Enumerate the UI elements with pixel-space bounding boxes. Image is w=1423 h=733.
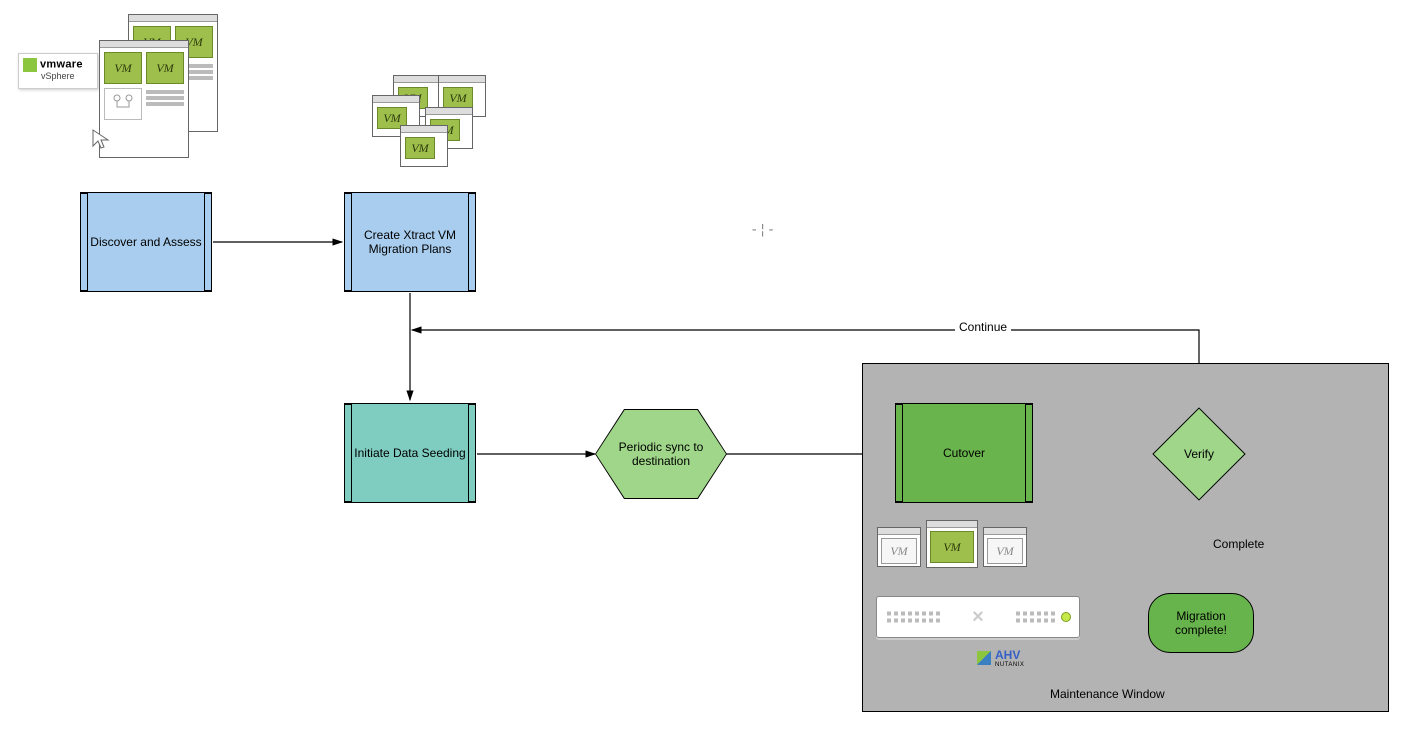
step-periodic-sync: Periodic sync to destination: [596, 410, 726, 498]
terminator-migration-complete: Migration complete!: [1148, 593, 1254, 653]
step-discover-assess: Discover and Assess: [80, 192, 212, 292]
dest-vm-green: VM: [926, 520, 978, 568]
nutanix-icon: [977, 651, 991, 665]
step-initiate-seeding: Initiate Data Seeding: [344, 403, 476, 503]
step-discover-label: Discover and Assess: [90, 235, 201, 249]
crosshair-icon: -¦-: [750, 222, 775, 238]
vm-tile: VM: [146, 52, 184, 84]
vmware-label: vmware: [40, 59, 83, 71]
vmware-icon: [23, 58, 37, 72]
step-create-plans-label: Create Xtract VM Migration Plans: [345, 228, 475, 256]
step-create-plans: Create Xtract VM Migration Plans: [344, 192, 476, 292]
decision-verify: Verify: [1154, 409, 1244, 499]
edge-continue-label: Continue: [955, 320, 1011, 334]
dest-vm-grey: VM: [983, 527, 1027, 567]
vm-tile: VM: [104, 52, 142, 84]
step-cutover: Cutover: [895, 403, 1033, 503]
step-periodic-sync-label: Periodic sync to destination: [618, 440, 704, 468]
dest-vm-grey: VM: [877, 527, 921, 567]
nutanix-ahv-badge: AHV NUTANIX: [977, 648, 1024, 668]
nutanix-label: NUTANIX: [995, 662, 1024, 668]
vmware-vsphere-badge: vmware vSphere: [18, 53, 98, 89]
terminator-migration-complete-label: Migration complete!: [1149, 609, 1253, 637]
maintenance-window-label: Maintenance Window: [1050, 687, 1165, 701]
decision-verify-label: Verify: [1184, 447, 1214, 461]
ahv-label: AHV: [995, 648, 1024, 662]
step-cutover-label: Cutover: [943, 446, 985, 460]
vsphere-label: vSphere: [41, 72, 93, 81]
nutanix-appliance: ×: [876, 596, 1080, 638]
cursor-icon: [90, 128, 114, 152]
step-initiate-seeding-label: Initiate Data Seeding: [354, 446, 465, 460]
edge-complete-label: Complete: [1213, 537, 1264, 551]
